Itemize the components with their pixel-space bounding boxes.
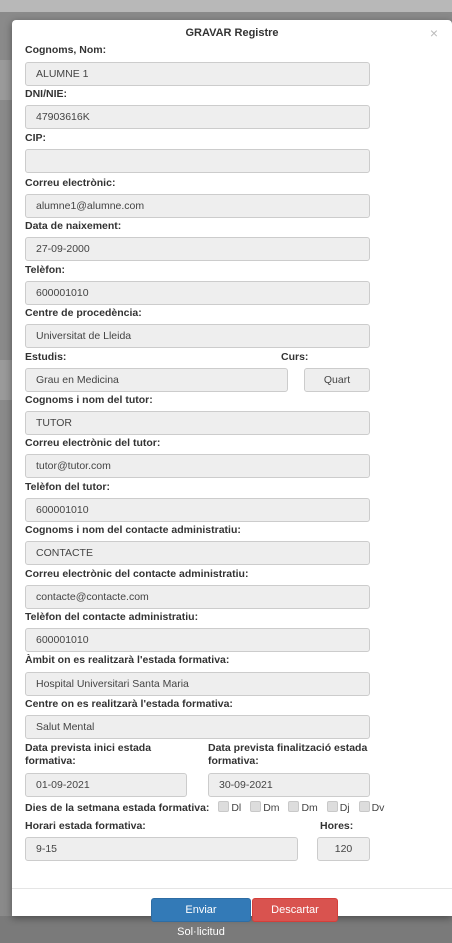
center-field[interactable]: Salut Mental	[25, 715, 370, 739]
course-field[interactable]: Quart	[304, 368, 370, 392]
end-date-label: Data prevista finalització estada format…	[208, 742, 368, 767]
weekdays-label: Dies de la setmana estada formativa:	[25, 802, 210, 814]
admin-phone-field[interactable]: 600001010	[25, 628, 370, 652]
weekday-dm[interactable]: Dm	[250, 801, 280, 814]
discard-button[interactable]: Descartar	[252, 898, 338, 922]
birth-label: Data de naixement:	[25, 220, 122, 232]
email-label: Correu electrònic:	[25, 177, 116, 189]
course-label: Curs:	[281, 351, 309, 363]
phone-label: Telèfon:	[25, 264, 66, 276]
end-date-field[interactable]: 30-09-2021	[208, 773, 370, 797]
checkbox-icon[interactable]	[358, 801, 370, 812]
phone-field[interactable]: 600001010	[25, 281, 370, 305]
admin-email-label: Correu electrònic del contacte administr…	[25, 568, 249, 580]
origin-center-field[interactable]: Universitat de Lleida	[25, 324, 370, 348]
cip-field[interactable]	[25, 149, 370, 173]
tutor-phone-label: Telèfon del tutor:	[25, 481, 110, 493]
admin-name-label: Cognoms i nom del contacte administratiu…	[25, 524, 241, 536]
dni-field[interactable]: 47903616K	[25, 105, 370, 129]
origin-center-label: Centre de procedència:	[25, 307, 142, 319]
tutor-phone-field[interactable]: 600001010	[25, 498, 370, 522]
dni-label: DNI/NIE:	[25, 88, 67, 100]
background-top-bar	[0, 0, 452, 12]
footer-divider	[12, 888, 452, 889]
start-date-label: Data prevista inici estada formativa:	[25, 742, 152, 767]
register-modal: GRAVAR Registre × Cognoms, Nom: ALUMNE 1…	[12, 20, 452, 938]
modal-title: GRAVAR Registre	[185, 27, 279, 39]
checkbox-icon[interactable]	[288, 801, 300, 812]
admin-email-field[interactable]: contacte@contacte.com	[25, 585, 370, 609]
close-icon[interactable]: ×	[430, 25, 438, 41]
weekday-dl[interactable]: Dl	[218, 801, 241, 814]
area-label: Àmbit on es realitzarà l'estada formativ…	[25, 654, 230, 666]
area-field[interactable]: Hospital Universitari Santa Maria	[25, 672, 370, 696]
schedule-label: Horari estada formativa:	[25, 820, 146, 832]
studies-field[interactable]: Grau en Medicina	[25, 368, 288, 392]
hours-field[interactable]: 120	[317, 837, 370, 861]
admin-name-field[interactable]: CONTACTE	[25, 541, 370, 565]
send-request-button[interactable]: Enviar Sol·licitud	[151, 898, 251, 938]
checkbox-icon[interactable]	[326, 801, 338, 812]
weekday-dv[interactable]: Dv	[358, 801, 384, 814]
cip-label: CIP:	[25, 132, 46, 144]
checkbox-icon[interactable]	[250, 801, 262, 812]
center-label: Centre on es realitzarà l'estada formati…	[25, 698, 233, 710]
email-field[interactable]: alumne1@alumne.com	[25, 194, 370, 218]
tutor-name-label: Cognoms i nom del tutor:	[25, 394, 153, 406]
weekdays-row: Dies de la setmana estada formativa: Dl …	[25, 801, 384, 814]
weekday-dj[interactable]: Dj	[326, 801, 350, 814]
admin-phone-label: Telèfon del contacte administratiu:	[25, 611, 199, 623]
tutor-email-field[interactable]: tutor@tutor.com	[25, 454, 370, 478]
weekday-dc[interactable]: Dm	[288, 801, 318, 814]
schedule-field[interactable]: 9-15	[25, 837, 298, 861]
birth-field[interactable]: 27-09-2000	[25, 237, 370, 261]
studies-label: Estudis:	[25, 351, 67, 363]
hours-label: Hores:	[320, 820, 354, 832]
start-date-field[interactable]: 01-09-2021	[25, 773, 187, 797]
tutor-email-label: Correu electrònic del tutor:	[25, 437, 161, 449]
name-field[interactable]: ALUMNE 1	[25, 62, 370, 86]
checkbox-icon[interactable]	[218, 801, 230, 812]
tutor-name-field[interactable]: TUTOR	[25, 411, 370, 435]
name-label: Cognoms, Nom:	[25, 44, 107, 56]
